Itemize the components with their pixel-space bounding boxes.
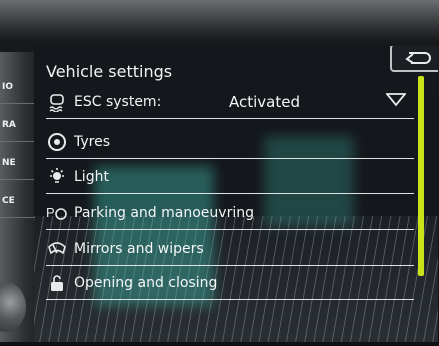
menu-item-parking[interactable]: P Parking and manoeuvring: [46, 196, 414, 230]
dropdown-triangle-icon[interactable]: [386, 93, 406, 107]
infotainment-screen: Vehicle settings ESC system: Activated T…: [34, 46, 438, 342]
scrollbar[interactable]: [418, 76, 424, 276]
wiper-icon: [46, 238, 68, 260]
bezel-top: [0, 0, 439, 42]
back-arrow-icon: [405, 52, 431, 64]
lock-icon: [46, 272, 68, 294]
esc-car-icon: [46, 91, 68, 113]
menu-item-label: Mirrors and wipers: [74, 240, 204, 257]
menu-item-tyres[interactable]: Tyres: [46, 125, 414, 159]
page-title: Vehicle settings: [46, 62, 173, 81]
menu-item-label: ESC system:: [74, 93, 162, 110]
menu-item-light[interactable]: Light: [46, 160, 414, 194]
esc-status-value: Activated: [229, 92, 300, 111]
back-button[interactable]: [390, 46, 438, 72]
menu-item-label: Tyres: [74, 133, 111, 150]
parking-icon: P: [46, 202, 68, 224]
menu-item-label: Light: [74, 168, 109, 185]
menu-item-label: Parking and manoeuvring: [74, 204, 254, 221]
menu-item-label: Opening and closing: [74, 274, 218, 291]
light-icon: [46, 166, 68, 188]
menu-item-esc[interactable]: ESC system: Activated: [46, 85, 414, 119]
svg-text:P: P: [46, 205, 55, 220]
tyre-icon: [46, 131, 68, 153]
menu-item-opening[interactable]: Opening and closing: [46, 266, 414, 300]
menu-item-mirrors[interactable]: Mirrors and wipers: [46, 232, 414, 266]
